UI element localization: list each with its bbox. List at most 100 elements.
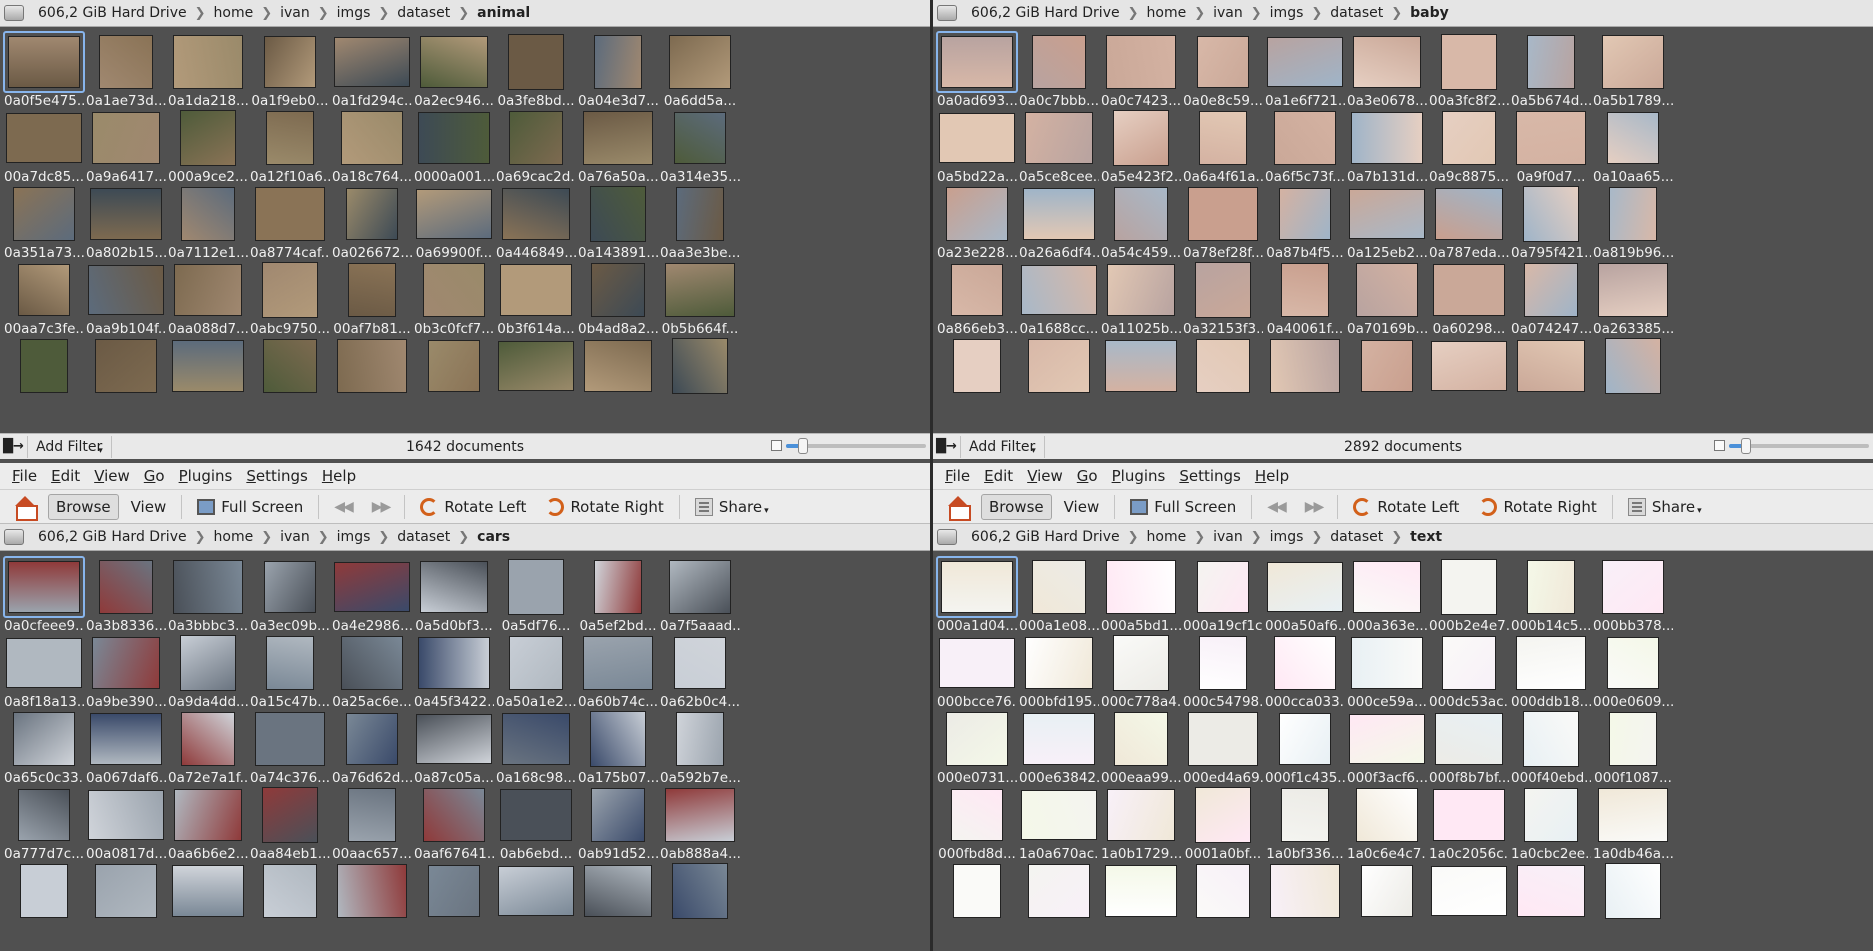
thumbnail-item[interactable]: 000a363e...	[1347, 557, 1427, 634]
thumbnail-item[interactable]: 000bcce76...	[937, 633, 1017, 710]
thumbnail-item[interactable]: 0aa088d7...	[168, 260, 248, 337]
thumbnail-item[interactable]	[578, 336, 658, 412]
thumbnail-item[interactable]: 0a8f18a13...	[4, 633, 84, 710]
share-button[interactable]: Share ▾	[687, 494, 777, 520]
home-button[interactable]	[939, 492, 977, 522]
thumbnail-item[interactable]: 0a592b7e...	[660, 709, 740, 786]
home-button[interactable]	[6, 492, 44, 522]
crumb-imgs[interactable]: imgs	[1262, 529, 1312, 545]
thumbnail-item[interactable]	[86, 861, 166, 937]
thumbnail-item[interactable]: 0b4ad8a2...	[578, 260, 658, 337]
thumbnail-item[interactable]: 0abc9750...	[250, 260, 330, 337]
thumbnail-item[interactable]: 000ddb18...	[1511, 633, 1591, 710]
thumbnail-item[interactable]: 0a3bbbc3...	[168, 557, 248, 634]
thumbnail-item[interactable]	[1183, 861, 1263, 937]
thumbnail-item[interactable]: 0ab91d52...	[578, 785, 658, 862]
thumbnail-item[interactable]	[1265, 336, 1345, 412]
thumbnail-item[interactable]: 000ce59a...	[1347, 633, 1427, 710]
thumbnail-item[interactable]: 0a168c98...	[496, 709, 576, 786]
crumb-drive[interactable]: 606,2 GiB Hard Drive	[30, 529, 195, 545]
thumbnail-item[interactable]: 0a9f0d7...	[1511, 108, 1591, 185]
thumbnail-item[interactable]: 1a0b1729...	[1101, 785, 1181, 862]
thumbnail-item[interactable]	[168, 336, 248, 412]
thumbnail-item[interactable]: 000e63842...	[1019, 709, 1099, 786]
thumbnail-item[interactable]	[660, 336, 740, 412]
thumbnail-item[interactable]: 0a7b131d...	[1347, 108, 1427, 185]
crumb-current[interactable]: cars	[469, 529, 518, 545]
thumbnail-item[interactable]: 0a1688cc...	[1019, 260, 1099, 337]
thumbnail-item[interactable]: 0a0cfeee9...	[3, 556, 85, 634]
thumbnail-item[interactable]: 0a65c0c33...	[4, 709, 84, 786]
thumbnail-item[interactable]: 0a78ef28f...	[1183, 184, 1263, 261]
thumbnail-item[interactable]: 0a40061f...	[1265, 260, 1345, 337]
thumbnail-item[interactable]: 0a1e6f721...	[1265, 32, 1345, 109]
rotate-left-button[interactable]: Rotate Left	[1345, 494, 1467, 520]
next-icon[interactable]: ▶▶	[364, 495, 398, 519]
thumbnail-item[interactable]	[937, 336, 1017, 412]
full-screen-button[interactable]: Full Screen	[1122, 494, 1244, 520]
thumbnail-item[interactable]: 000c54798...	[1183, 633, 1263, 710]
thumbnail-item[interactable]: 0a72e7a1f...	[168, 709, 248, 786]
thumbnail-item[interactable]: 0a067daf6...	[86, 709, 166, 786]
thumbnail-item[interactable]: 000fbd8d...	[937, 785, 1017, 862]
thumbnail-item[interactable]	[414, 336, 494, 412]
thumbnail-item[interactable]: 000eaa99...	[1101, 709, 1181, 786]
thumbnail-grid[interactable]: 000a1d04... 000a1e08... 000a5bd1... 000a19c…	[933, 552, 1873, 951]
thumbnail-item[interactable]: 1a0c2056c...	[1429, 785, 1509, 862]
thumbnail-item[interactable]: 0a25ac6e...	[332, 633, 412, 710]
crumb-drive[interactable]: 606,2 GiB Hard Drive	[963, 5, 1128, 21]
thumbnail-item[interactable]	[496, 336, 576, 412]
thumbnail-item[interactable]: 0a1da218...	[168, 32, 248, 109]
thumbnail-grid[interactable]: 0a0cfeee9... 0a3b8336... 0a3bbbc3... 0a3ec0…	[0, 552, 930, 951]
thumbnail-item[interactable]	[1347, 336, 1427, 412]
view-button[interactable]: View	[123, 494, 175, 520]
thumbnail-item[interactable]: 0a5d0bf3...	[414, 557, 494, 634]
thumbnail-item[interactable]: 00af7b81...	[332, 260, 412, 337]
sidebar-toggle-icon[interactable]: █→	[0, 435, 28, 458]
thumbnail-item[interactable]: 0a6f5c73f...	[1265, 108, 1345, 185]
thumbnail-item[interactable]: 0a04e3d7...	[578, 32, 658, 109]
crumb-ivan[interactable]: ivan	[272, 5, 318, 21]
zoom-slider[interactable]	[1729, 437, 1869, 454]
thumbnail-item[interactable]	[660, 861, 740, 937]
thumbnail-item[interactable]	[250, 861, 330, 937]
next-icon[interactable]: ▶▶	[1297, 495, 1331, 519]
thumbnail-item[interactable]: 0a5bd22a...	[937, 108, 1017, 185]
crumb-dataset[interactable]: dataset	[389, 529, 458, 545]
thumbnail-item[interactable]: 0a1fd294c...	[332, 32, 412, 109]
previous-icon[interactable]: ◀◀	[326, 495, 360, 519]
crumb-dataset[interactable]: dataset	[389, 5, 458, 21]
thumbnail-item[interactable]: 1a0db46a...	[1593, 785, 1673, 862]
thumbnail-item[interactable]: 000a1d04...	[936, 556, 1018, 634]
thumbnail-item[interactable]: 0b3c0fcf7...	[414, 260, 494, 337]
thumbnail-item[interactable]: 0a5b674d...	[1511, 32, 1591, 109]
crumb-ivan[interactable]: ivan	[272, 529, 318, 545]
menu-help[interactable]: Help	[1249, 465, 1295, 487]
thumbnail-item[interactable]	[1593, 861, 1673, 937]
thumbnail-item[interactable]: 0a314e35...	[660, 108, 740, 185]
thumbnail-item[interactable]: 00a0817d...	[86, 785, 166, 862]
thumbnail-item[interactable]: 0a9be390...	[86, 633, 166, 710]
thumbnail-item[interactable]: 0a074247...	[1511, 260, 1591, 337]
thumbnail-item[interactable]: 0a0f5e475...	[3, 31, 85, 109]
thumbnail-item[interactable]: 0a263385...	[1593, 260, 1673, 337]
crumb-drive[interactable]: 606,2 GiB Hard Drive	[30, 5, 195, 21]
thumbnail-item[interactable]: 0a7f5aaad...	[660, 557, 740, 634]
thumbnail-item[interactable]: 0a787eda...	[1429, 184, 1509, 261]
thumbnail-item[interactable]	[937, 861, 1017, 937]
thumbnail-item[interactable]: 00a7dc85...	[4, 108, 84, 185]
crumb-drive[interactable]: 606,2 GiB Hard Drive	[963, 529, 1128, 545]
thumbnail-grid[interactable]: 0a0f5e475... 0a1ae73d... 0a1da218... 0a1f9e…	[0, 27, 930, 437]
thumbnail-item[interactable]: 0aaf67641...	[414, 785, 494, 862]
thumbnail-item[interactable]: 000bfd195...	[1019, 633, 1099, 710]
thumbnail-item[interactable]: 0aa9b104f...	[86, 260, 166, 337]
thumbnail-item[interactable]: 000f1087...	[1593, 709, 1673, 786]
thumbnail-item[interactable]: 0a26a6df4...	[1019, 184, 1099, 261]
thumbnail-item[interactable]: 000f8b7bf...	[1429, 709, 1509, 786]
thumbnail-item[interactable]: 000b14c5...	[1511, 557, 1591, 634]
thumbnail-item[interactable]	[1019, 861, 1099, 937]
menu-plugins[interactable]: Plugins	[1106, 465, 1172, 487]
thumbnail-item[interactable]: 0a12f10a6...	[250, 108, 330, 185]
thumbnail-item[interactable]	[414, 861, 494, 937]
thumbnail-item[interactable]: 0a60b74c...	[578, 633, 658, 710]
